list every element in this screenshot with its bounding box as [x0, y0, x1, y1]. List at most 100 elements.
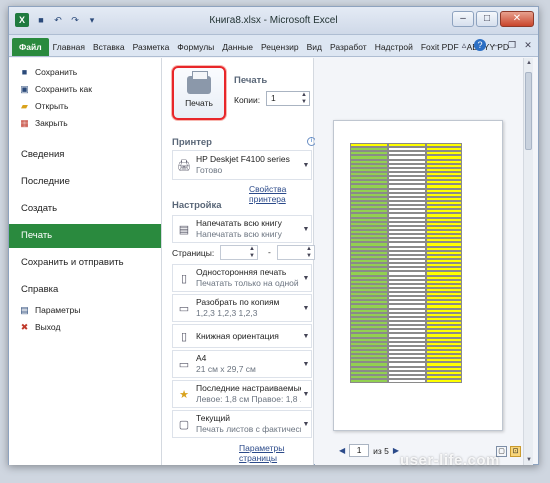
folder-icon: ▰: [21, 101, 28, 111]
save-icon: ■: [21, 67, 28, 77]
window-controls: – □ ✕: [452, 11, 534, 27]
scaling-icon: ▢: [178, 418, 190, 431]
one-sided-icon: ▯: [180, 272, 188, 285]
tab-review[interactable]: Рецензир: [257, 38, 303, 56]
print-preview-area: ▲ ▼ ◀ 1 из 5 ▶ ▢ ⊡: [315, 58, 533, 465]
maximize-icon[interactable]: □: [476, 11, 498, 27]
portrait-icon: ▯: [180, 330, 188, 343]
print-button-label: Печать: [185, 98, 213, 108]
nav-open[interactable]: ▰ Открыть: [9, 98, 161, 115]
nav-help[interactable]: Справка: [9, 278, 161, 302]
print-scope-title: Напечатать всю книгу: [196, 218, 282, 228]
zoom-to-page-icon[interactable]: ⊡: [510, 446, 521, 457]
preview-scrollbar[interactable]: ▲ ▼: [523, 58, 533, 465]
nav-new[interactable]: Создать: [9, 197, 161, 221]
tab-home[interactable]: Главная: [49, 38, 89, 56]
page-total: из 5: [373, 445, 389, 456]
print-settings-panel: Печать Печать Копии: 1 ▲ ▼ Принтер i 🖨 HP…: [162, 58, 316, 465]
current-page-input[interactable]: 1: [349, 444, 370, 457]
preview-cell: [426, 379, 462, 384]
nav-print[interactable]: Печать: [9, 224, 161, 248]
nav-save-send[interactable]: Сохранить и отправить: [9, 251, 161, 275]
section-print-title: Печать: [234, 75, 268, 86]
printer-name: HP Deskjet F4100 series: [196, 154, 290, 164]
next-page-icon[interactable]: ▶: [393, 446, 399, 455]
tab-file[interactable]: Файл: [12, 38, 49, 56]
nav-close-label: Закрыть: [35, 118, 68, 128]
close-icon[interactable]: ✕: [500, 11, 534, 27]
scaling-dropdown[interactable]: ▢ Текущий Печать листов с фактическ... ▼: [172, 410, 312, 438]
printer-dropdown[interactable]: 🖨 HP Deskjet F4100 series Готово ▼: [172, 150, 312, 180]
collate-icon: ▭: [178, 302, 190, 315]
scrollbar-thumb[interactable]: [525, 72, 532, 150]
nav-recent[interactable]: Последние: [9, 170, 161, 194]
sides-title: Односторонняя печать: [196, 267, 287, 277]
nav-exit[interactable]: ✖ Выход: [9, 319, 161, 336]
pages-to-spinner-icon[interactable]: ▲ ▼: [306, 246, 312, 259]
workbook-icon: ▤: [178, 223, 190, 236]
pages-from-spinner-icon[interactable]: ▲ ▼: [249, 246, 255, 259]
tab-insert[interactable]: Вставка: [89, 38, 129, 56]
watermark: user-life.com: [400, 452, 500, 469]
tab-addins[interactable]: Надстрой: [371, 38, 417, 56]
nav-save-as[interactable]: ▣ Сохранить как: [9, 81, 161, 98]
page-setup-link[interactable]: Параметры страницы: [239, 443, 313, 463]
nav-save[interactable]: ■ Сохранить: [9, 64, 161, 81]
nav-close[interactable]: ▦ Закрыть: [9, 115, 161, 132]
pages-from-input[interactable]: ▲ ▼: [220, 245, 258, 260]
margins-icon: ★: [179, 388, 189, 401]
pages-to-input[interactable]: ▲ ▼: [277, 245, 315, 260]
help-icon[interactable]: ?: [474, 39, 486, 51]
nav-save-as-label: Сохранить как: [35, 84, 92, 94]
scroll-up-icon[interactable]: ▲: [524, 58, 534, 68]
doc-minimize-icon[interactable]: –: [490, 39, 502, 51]
doc-restore-icon[interactable]: ❐: [506, 39, 518, 51]
print-button[interactable]: Печать: [172, 66, 226, 120]
previous-page-icon[interactable]: ◀: [339, 446, 345, 455]
orientation-dropdown[interactable]: ▯ Книжная ориентация ▼: [172, 324, 312, 348]
save-as-icon: ▣: [20, 84, 29, 94]
tab-data[interactable]: Данные: [218, 38, 257, 56]
preview-cell: [388, 379, 426, 384]
options-icon: ▤: [20, 305, 29, 315]
print-scope-dropdown[interactable]: ▤ Напечатать всю книгу Напечатать всю кн…: [172, 215, 312, 243]
ribbon-right-controls: ▵ ? – ❐ ✕: [458, 39, 534, 51]
paper-size-title: A4: [196, 353, 207, 363]
printer-status: Готово: [196, 165, 223, 175]
paper-icon: ▭: [178, 358, 190, 371]
minimize-icon[interactable]: –: [452, 11, 474, 27]
tab-developer[interactable]: Разработ: [326, 38, 371, 56]
ribbon-tabs: Файл Главная Вставка Разметка Формулы Да…: [9, 35, 538, 57]
printer-properties-link[interactable]: Свойства принтера: [249, 184, 313, 204]
collate-dropdown[interactable]: ▭ Разобрать по копиям 1,2,3 1,2,3 1,2,3 …: [172, 294, 312, 322]
nav-options-label: Параметры: [35, 305, 81, 315]
preview-cell: [350, 379, 388, 384]
nav-options[interactable]: ▤ Параметры: [9, 302, 161, 319]
orientation-title: Книжная ориентация: [196, 330, 279, 341]
nav-save-label: Сохранить: [35, 67, 78, 77]
copies-value: 1: [271, 93, 276, 103]
nav-open-label: Открыть: [35, 101, 69, 111]
chevron-down-icon: ▼: [302, 225, 310, 233]
margins-sub: Левое: 1,8 см Правое: 1,8 ...: [196, 394, 301, 404]
nav-info[interactable]: Сведения: [9, 143, 161, 167]
chevron-down-icon: ▼: [302, 360, 310, 368]
doc-close-icon[interactable]: ✕: [522, 39, 534, 51]
nav-exit-label: Выход: [35, 322, 61, 332]
tab-formulas[interactable]: Формулы: [173, 38, 218, 56]
tab-foxit-pdf[interactable]: Foxit PDF: [417, 38, 463, 56]
preview-spreadsheet: [350, 143, 462, 384]
tab-view[interactable]: Вид: [303, 38, 326, 56]
close-file-icon: ▦: [20, 118, 29, 128]
section-printer-title: Принтер: [172, 137, 212, 148]
tab-page-layout[interactable]: Разметка: [129, 38, 174, 56]
copies-input[interactable]: 1 ▲ ▼: [266, 91, 310, 106]
minimize-ribbon-icon[interactable]: ▵: [458, 39, 470, 51]
margins-dropdown[interactable]: ★ Последние настраиваемые ... Левое: 1,8…: [172, 380, 312, 408]
sides-dropdown[interactable]: ▯ Односторонняя печать Печатать только н…: [172, 264, 312, 292]
exit-icon: ✖: [20, 322, 29, 332]
copies-spinner-icon[interactable]: ▲ ▼: [301, 92, 307, 105]
scroll-down-icon[interactable]: ▼: [524, 455, 534, 465]
paper-size-dropdown[interactable]: ▭ A4 21 см x 29,7 см ▼: [172, 350, 312, 378]
chevron-down-icon: ▼: [302, 332, 310, 340]
